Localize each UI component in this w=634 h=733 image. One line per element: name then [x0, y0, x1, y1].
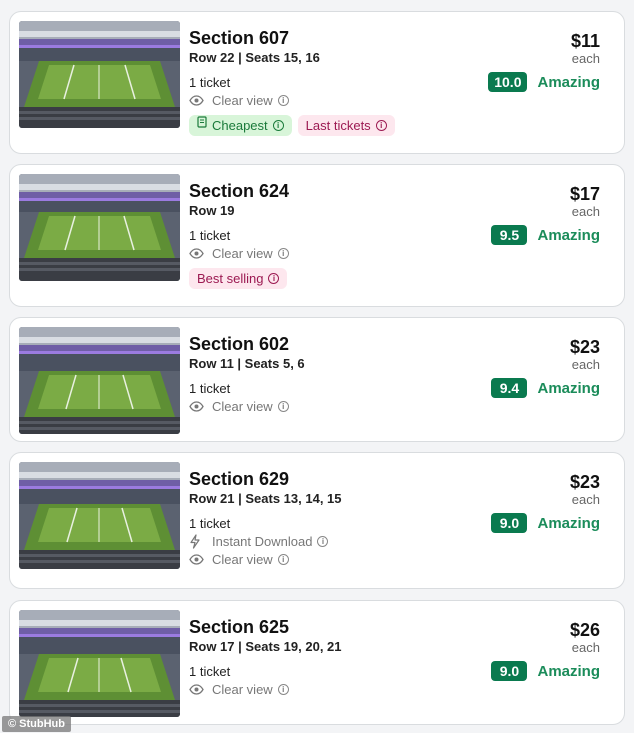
- price-column: $17 each 9.5 Amazing: [440, 183, 600, 245]
- info-icon[interactable]: i: [277, 401, 289, 412]
- price: $23: [569, 337, 600, 357]
- ticket-quantity: 1 ticket: [189, 75, 231, 90]
- badge-best-selling: Best selling i: [189, 268, 288, 289]
- score-badge: 10.0: [488, 72, 528, 92]
- section-name: Section 629: [189, 469, 290, 489]
- eye-icon: [189, 553, 207, 567]
- section-name: Section 625: [189, 617, 290, 637]
- listing-card[interactable]: Section 629 Row 21 | Seats 13, 14, 15 1 …: [9, 452, 625, 589]
- eye-icon: [189, 683, 207, 697]
- section-name: Section 602: [189, 334, 290, 354]
- info-icon[interactable]: i: [277, 684, 289, 695]
- rating-label: Amazing: [537, 514, 600, 532]
- eye-icon: [189, 247, 207, 261]
- row-seats: Row 11 | Seats 5, 6: [189, 356, 305, 371]
- stadium-view-image[interactable]: [19, 21, 180, 128]
- info-icon[interactable]: i: [268, 273, 280, 284]
- listing-card[interactable]: Section 607 Row 22 | Seats 15, 16 1 tick…: [9, 11, 625, 154]
- info-icon[interactable]: i: [277, 95, 289, 106]
- ticket-quantity: 1 ticket: [189, 664, 231, 679]
- score-badge: 9.0: [491, 513, 528, 533]
- feature-clear-view: Clear view i: [189, 551, 454, 568]
- listing-info: Section 625 Row 17 | Seats 19, 20, 21 1 …: [189, 616, 454, 698]
- listing-info: Section 624 Row 19 1 ticket Clear view i…: [189, 180, 454, 289]
- feature-label: Clear view: [212, 682, 273, 697]
- rating-label: Amazing: [537, 379, 600, 397]
- price-unit: each: [571, 492, 600, 507]
- info-icon[interactable]: i: [317, 536, 329, 547]
- price-unit: each: [571, 640, 600, 655]
- rating: 9.0 Amazing: [440, 661, 600, 681]
- rating-label: Amazing: [537, 662, 600, 680]
- score-badge: 9.4: [491, 378, 528, 398]
- listing-info: Section 607 Row 22 | Seats 15, 16 1 tick…: [189, 27, 454, 136]
- eye-icon: [189, 400, 207, 414]
- feature-instant-download: Instant Download i: [189, 533, 454, 550]
- section-name: Section 607: [189, 28, 290, 48]
- lightning-icon: [189, 534, 207, 549]
- row-seats: Row 19: [189, 203, 235, 218]
- price-column: $23 each 9.4 Amazing: [440, 336, 600, 398]
- feature-label: Clear view: [212, 246, 273, 261]
- info-icon[interactable]: i: [277, 248, 289, 259]
- listing-card[interactable]: Section 602 Row 11 | Seats 5, 6 1 ticket…: [9, 317, 625, 442]
- row-seats: Row 21 | Seats 13, 14, 15: [189, 491, 342, 506]
- info-icon[interactable]: i: [375, 120, 387, 131]
- rating: 9.0 Amazing: [440, 513, 600, 533]
- badge-row: Best selling i: [189, 268, 454, 289]
- eye-icon: [189, 94, 207, 108]
- feature-clear-view: Clear view i: [189, 681, 454, 698]
- feature-clear-view: Clear view i: [189, 245, 454, 262]
- listing-info: Section 602 Row 11 | Seats 5, 6 1 ticket…: [189, 333, 454, 415]
- price-unit: each: [571, 357, 600, 372]
- score-badge: 9.0: [491, 661, 528, 681]
- rating-label: Amazing: [537, 73, 600, 91]
- section-name: Section 624: [189, 181, 290, 201]
- ticket-icon: [197, 115, 207, 136]
- price: $17: [569, 184, 600, 204]
- feature-label: Instant Download: [212, 534, 313, 549]
- badge-row: Cheapest i Last tickets i: [189, 115, 454, 136]
- info-icon[interactable]: i: [272, 120, 284, 131]
- row-seats: Row 22 | Seats 15, 16: [189, 50, 320, 65]
- score-badge: 9.5: [491, 225, 528, 245]
- ticket-quantity: 1 ticket: [189, 228, 231, 243]
- feature-label: Clear view: [212, 399, 273, 414]
- stadium-view-image[interactable]: [19, 327, 180, 434]
- badge-label: Last tickets: [305, 118, 371, 133]
- rating: 10.0 Amazing: [440, 72, 600, 92]
- ticket-quantity: 1 ticket: [189, 516, 231, 531]
- price-column: $23 each 9.0 Amazing: [440, 471, 600, 533]
- stadium-view-image[interactable]: [19, 462, 180, 569]
- stadium-view-image[interactable]: [19, 174, 180, 281]
- stadium-view-image[interactable]: [19, 610, 180, 717]
- price: $26: [569, 620, 600, 640]
- price-column: $26 each 9.0 Amazing: [440, 619, 600, 681]
- feature-label: Clear view: [212, 552, 273, 567]
- feature-clear-view: Clear view i: [189, 92, 454, 109]
- info-icon[interactable]: i: [277, 554, 289, 565]
- rating-label: Amazing: [537, 226, 600, 244]
- badge-last-tickets: Last tickets i: [297, 115, 395, 136]
- row-seats: Row 17 | Seats 19, 20, 21: [189, 639, 342, 654]
- ticket-quantity: 1 ticket: [189, 381, 231, 396]
- rating: 9.4 Amazing: [440, 378, 600, 398]
- listing-card[interactable]: Section 624 Row 19 1 ticket Clear view i…: [9, 164, 625, 307]
- listing-card[interactable]: Section 625 Row 17 | Seats 19, 20, 21 1 …: [9, 600, 625, 725]
- rating: 9.5 Amazing: [440, 225, 600, 245]
- badge-label: Cheapest: [212, 118, 268, 133]
- price: $23: [569, 472, 600, 492]
- stubhub-watermark: © StubHub: [2, 716, 71, 732]
- price-unit: each: [571, 204, 600, 219]
- price: $11: [570, 31, 600, 51]
- price-column: $11 each 10.0 Amazing: [440, 30, 600, 92]
- badge-cheapest: Cheapest i: [189, 115, 292, 136]
- price-unit: each: [571, 51, 600, 66]
- feature-label: Clear view: [212, 93, 273, 108]
- listing-info: Section 629 Row 21 | Seats 13, 14, 15 1 …: [189, 468, 454, 568]
- badge-label: Best selling: [197, 271, 264, 286]
- feature-clear-view: Clear view i: [189, 398, 454, 415]
